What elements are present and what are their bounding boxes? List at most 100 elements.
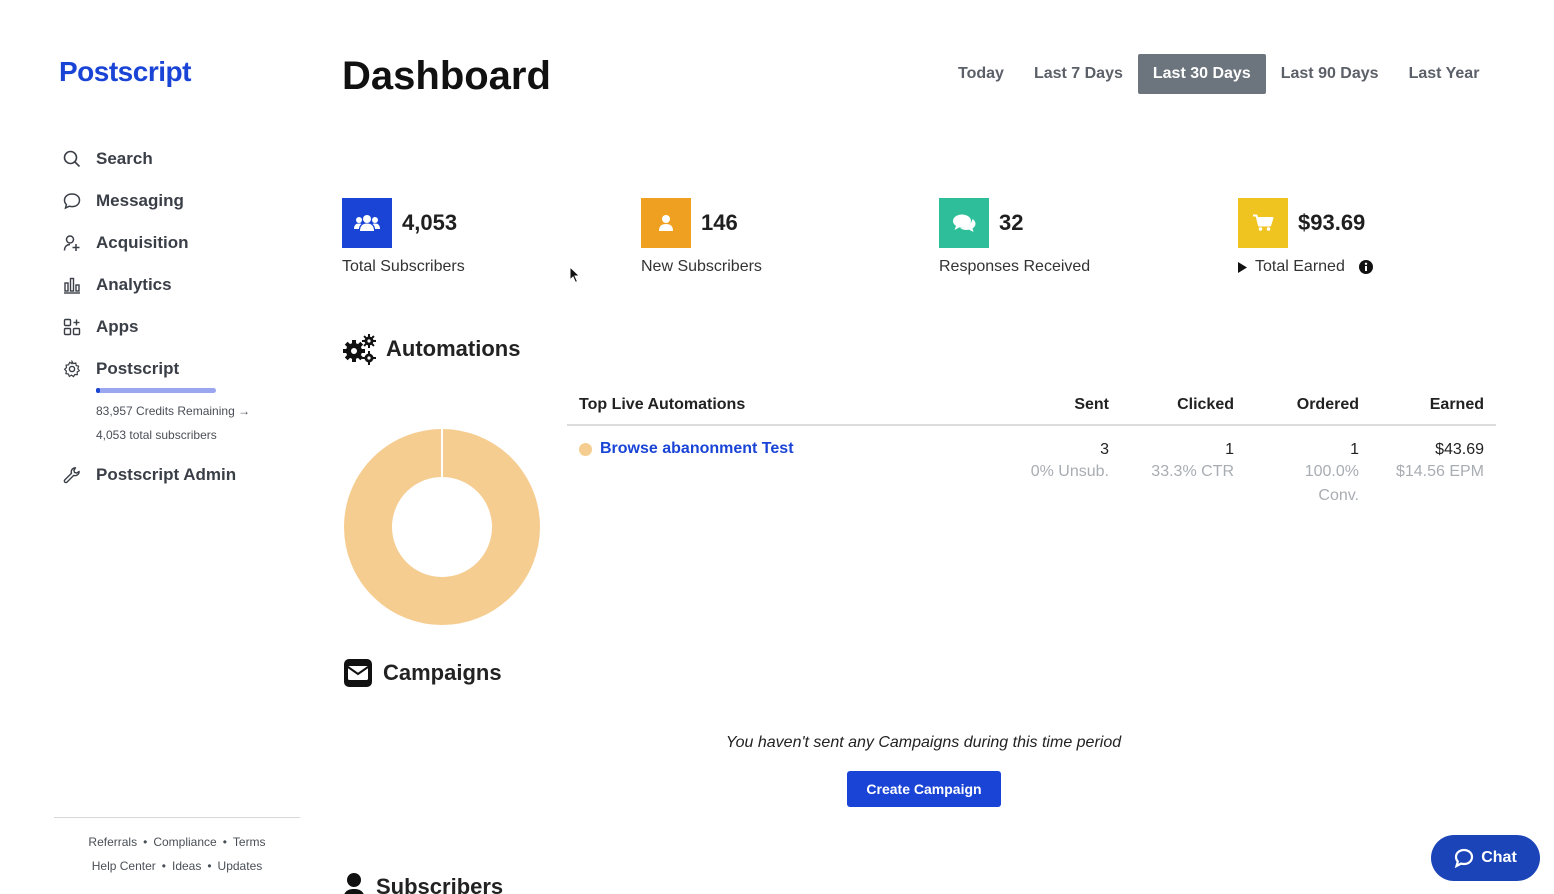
envelope-icon <box>343 658 373 688</box>
section-title: Subscribers <box>376 874 504 894</box>
automations-table: Top Live Automations Sent Clicked Ordere… <box>567 386 1496 508</box>
table-header: Top Live Automations Sent Clicked Ordere… <box>567 386 1496 426</box>
terms-link[interactable]: Terms <box>233 835 266 849</box>
footer-separator: • <box>222 835 227 849</box>
stat-value: 4,053 <box>402 210 458 235</box>
users-icon <box>342 198 392 248</box>
gear-icon <box>62 359 82 379</box>
campaigns-empty-message: You haven't sent any Campaigns during th… <box>725 734 1122 751</box>
footer-separator: • <box>161 859 166 873</box>
total-earned-toggle[interactable]: Total Earned <box>1238 258 1518 276</box>
campaigns-heading: Campaigns <box>343 658 502 688</box>
conversion-label: Conv. <box>1318 487 1359 504</box>
earned-value: $43.69 <box>1435 441 1484 458</box>
ideas-link[interactable]: Ideas <box>172 859 201 873</box>
sidebar-item-postscript-admin[interactable]: Postscript Admin <box>62 454 250 496</box>
apps-grid-icon <box>62 317 82 337</box>
section-title: Automations <box>386 336 521 361</box>
earned-cell: $43.69 $14.56 EPM <box>1359 440 1496 484</box>
total-subscribers-text: 4,053 total subscribers <box>96 428 217 442</box>
column-header-clicked: Clicked <box>1177 396 1234 413</box>
stat-new-subscribers: 146 New Subscribers <box>641 198 921 276</box>
wrench-icon <box>62 465 82 485</box>
sidebar-item-label: Messaging <box>96 191 184 210</box>
updates-link[interactable]: Updates <box>218 859 263 873</box>
chat-bubble-icon <box>62 191 82 211</box>
sidebar-item-messaging[interactable]: Messaging <box>62 180 250 222</box>
credits-progress-bar <box>96 388 216 393</box>
page-title: Dashboard <box>342 54 551 98</box>
automations-donut-chart <box>342 427 542 632</box>
column-header-ordered: Ordered <box>1296 396 1359 413</box>
sidebar-item-search[interactable]: Search <box>62 138 250 180</box>
sidebar-item-label: Analytics <box>96 275 172 294</box>
date-range-tabs: Today Last 7 Days Last 30 Days Last 90 D… <box>943 54 1494 94</box>
footer-links-row-2: Help Center • Ideas • Updates <box>54 854 300 878</box>
range-tab-today[interactable]: Today <box>943 54 1019 94</box>
stat-label: Responses Received <box>939 258 1091 275</box>
credits-remaining-link[interactable]: 83,957 Credits Remaining → <box>96 402 250 426</box>
column-header-earned: Earned <box>1429 396 1484 413</box>
sent-cell: 3 0% Unsub. <box>984 440 1109 484</box>
referrals-link[interactable]: Referrals <box>88 835 137 849</box>
column-header-name: Top Live Automations <box>579 396 746 413</box>
stat-value: $93.69 <box>1298 210 1366 235</box>
gears-icon <box>342 333 376 365</box>
clicked-value: 1 <box>1225 441 1234 458</box>
sidebar-item-apps[interactable]: Apps <box>62 306 250 348</box>
sidebar-item-label: Search <box>96 149 153 168</box>
automation-link[interactable]: Browse abanonment Test <box>600 440 794 458</box>
user-plus-icon <box>62 233 82 253</box>
stat-label: Total Earned <box>1255 258 1345 275</box>
help-center-link[interactable]: Help Center <box>92 859 156 873</box>
table-row: Browse abanonment Test 3 0% Unsub. 1 33.… <box>567 426 1496 508</box>
stat-total-earned: $93.69 Total Earned <box>1238 198 1518 276</box>
sidebar-item-postscript[interactable]: Postscript <box>62 348 250 390</box>
sidebar-item-label: Postscript <box>96 359 180 378</box>
stat-total-subscribers: 4,053 Total Subscribers <box>342 198 622 276</box>
caret-right-icon <box>1238 261 1247 273</box>
user-icon <box>342 872 366 894</box>
compliance-link[interactable]: Compliance <box>153 835 216 849</box>
footer-links-row-1: Referrals • Compliance • Terms <box>54 830 300 854</box>
chat-bubble-icon <box>1454 848 1474 868</box>
mouse-cursor <box>569 265 581 289</box>
user-icon <box>641 198 691 248</box>
ctr-rate: 33.3% CTR <box>1151 463 1234 480</box>
chat-button[interactable]: Chat <box>1431 835 1540 881</box>
credits-progress-fill <box>96 388 100 393</box>
chat-label: Chat <box>1481 849 1517 866</box>
search-icon <box>62 149 82 169</box>
range-tab-last-year[interactable]: Last Year <box>1394 54 1495 94</box>
footer-separator: • <box>207 859 212 873</box>
status-dot-icon <box>579 442 592 456</box>
range-tab-last-90-days[interactable]: Last 90 Days <box>1266 54 1394 94</box>
automations-heading: Automations <box>342 333 520 365</box>
sidebar-nav: Search Messaging Acquisition Analytics A… <box>62 138 250 496</box>
comments-icon <box>939 198 989 248</box>
sent-value: 3 <box>1100 441 1109 458</box>
sidebar-item-acquisition[interactable]: Acquisition <box>62 222 250 264</box>
stat-value: 146 <box>701 210 738 235</box>
automation-name-cell: Browse abanonment Test <box>567 440 984 458</box>
sidebar-item-analytics[interactable]: Analytics <box>62 264 250 306</box>
clicked-cell: 1 33.3% CTR <box>1109 440 1234 484</box>
stat-responses-received: 32 Responses Received <box>939 198 1219 276</box>
bar-chart-icon <box>62 275 82 295</box>
sidebar-footer: Referrals • Compliance • Terms Help Center • I… <box>54 817 300 878</box>
sidebar-item-label: Acquisition <box>96 233 189 252</box>
conversion-rate: 100.0% <box>1304 463 1359 480</box>
subscribers-heading: Subscribers <box>342 872 503 894</box>
range-tab-last-7-days[interactable]: Last 7 Days <box>1019 54 1138 94</box>
footer-separator: • <box>143 835 148 849</box>
info-icon[interactable] <box>1358 260 1373 274</box>
create-campaign-button[interactable]: Create Campaign <box>847 771 1001 807</box>
range-tab-last-30-days[interactable]: Last 30 Days <box>1137 54 1266 94</box>
postscript-logo[interactable]: Postscript <box>59 56 191 88</box>
ordered-cell: 1 100.0% Conv. <box>1234 440 1359 508</box>
sidebar-item-label: Postscript Admin <box>96 465 237 484</box>
section-title: Campaigns <box>383 660 502 685</box>
cart-icon <box>1238 198 1288 248</box>
column-header-sent: Sent <box>1074 396 1109 413</box>
ordered-value: 1 <box>1350 441 1359 458</box>
